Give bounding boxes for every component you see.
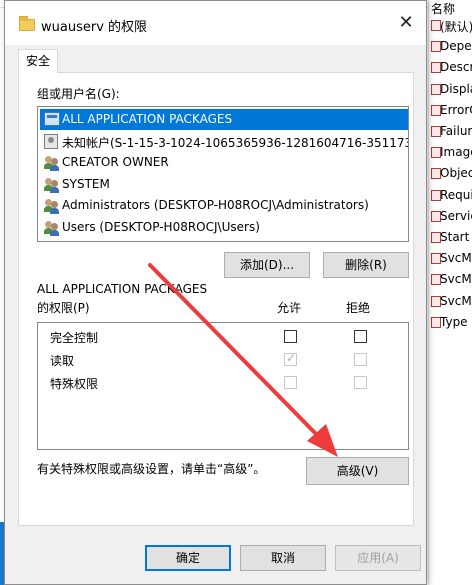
deny-column-header: 拒绝 bbox=[346, 301, 371, 315]
permission-row: 特殊权限 bbox=[38, 371, 408, 393]
background-value-name: ErrorC bbox=[440, 102, 472, 117]
user-list-item[interactable]: CREATOR OWNER bbox=[40, 152, 408, 173]
deny-checkbox[interactable] bbox=[354, 353, 367, 366]
background-value-row: (默认) bbox=[429, 16, 472, 36]
user-name: CREATOR OWNER bbox=[62, 155, 169, 169]
cancel-button[interactable]: 取消 bbox=[240, 545, 326, 571]
background-value-row: SvcMe bbox=[429, 270, 472, 290]
allow-checkbox[interactable] bbox=[284, 330, 297, 343]
users-group-icon bbox=[44, 177, 60, 193]
users-group-icon bbox=[44, 220, 60, 236]
background-value-list: 名称 (默认) Deper Descr Displa ErrorC Failure Imag… bbox=[428, 0, 472, 585]
package-icon bbox=[44, 112, 60, 126]
permission-name: 读取 bbox=[50, 354, 75, 368]
background-value-name: SvcMe bbox=[440, 251, 472, 266]
background-value-row: Displa bbox=[429, 80, 472, 100]
user-name: Users (DESKTOP-H08ROCJ\Users) bbox=[62, 219, 260, 234]
background-value-row: SvcMe bbox=[429, 292, 472, 312]
background-value-name: SvcMe bbox=[440, 272, 472, 287]
users-group-icon bbox=[44, 155, 60, 171]
tab-security[interactable]: 安全 bbox=[18, 49, 58, 73]
apply-button[interactable]: 应用(A) bbox=[335, 545, 421, 571]
background-value-name: Image bbox=[440, 145, 472, 160]
permission-row: 完全控制 bbox=[38, 325, 408, 347]
permissions-dialog: wuauserv 的权限 ✕ 安全 组或用户名(G): ALL APPLICAT… bbox=[4, 0, 427, 585]
background-value-name: Descr bbox=[440, 60, 472, 75]
allow-column-header: 允许 bbox=[277, 301, 302, 315]
user-list[interactable]: ALL APPLICATION PACKAGES 未知帐户(S-1-15-3-10… bbox=[37, 106, 409, 242]
background-value-row: Servic bbox=[429, 207, 472, 227]
background-value-name: Displa bbox=[440, 81, 472, 96]
group-user-label: 组或用户名(G): bbox=[37, 87, 120, 101]
unknown-account-icon bbox=[44, 133, 58, 149]
permissions-for-suffix: 的权限(P) bbox=[37, 301, 90, 315]
advanced-hint: 有关特殊权限或高级设置，请单击“高级”。 bbox=[37, 462, 266, 476]
deny-checkbox[interactable] bbox=[354, 330, 367, 343]
advanced-button[interactable]: 高级(V) bbox=[306, 457, 409, 485]
background-value-row: Start bbox=[429, 228, 472, 248]
user-list-item[interactable]: Administrators (DESKTOP-H08ROCJ\Administ… bbox=[40, 195, 408, 216]
background-value-row: Image bbox=[429, 143, 472, 163]
background-value-name: (默认) bbox=[440, 20, 472, 34]
add-button[interactable]: 添加(D)... bbox=[224, 252, 310, 278]
background-value-name: Deper bbox=[440, 39, 472, 54]
background-value-name: Objec bbox=[440, 166, 472, 181]
folder-icon bbox=[19, 16, 35, 31]
permissions-for-label: ALL APPLICATION PACKAGES bbox=[37, 282, 208, 296]
user-name: SYSTEM bbox=[62, 176, 110, 191]
background-value-row: SvcMe bbox=[429, 249, 472, 269]
ok-button[interactable]: 确定 bbox=[145, 545, 231, 571]
permission-name: 完全控制 bbox=[50, 331, 99, 345]
allow-checkbox[interactable]: ✓ bbox=[284, 351, 297, 366]
deny-checkbox[interactable] bbox=[354, 376, 367, 389]
background-value-name: Servic bbox=[440, 208, 472, 223]
user-name: 未知帐户(S-1-15-3-1024-1065365936-1281604716… bbox=[62, 135, 408, 150]
background-value-name: Requi bbox=[440, 187, 472, 202]
background-value-row: Requi bbox=[429, 186, 472, 206]
background-value-row: Type bbox=[429, 313, 472, 333]
background-value-row: Objec bbox=[429, 164, 472, 184]
user-name: Administrators (DESKTOP-H08ROCJ\Administ… bbox=[62, 198, 369, 212]
permissions-list: 完全控制读取 ✓ 特殊权限 bbox=[37, 322, 409, 450]
user-list-item[interactable]: Users (DESKTOP-H08ROCJ\Users) bbox=[40, 217, 408, 238]
background-value-name: SvcMe bbox=[440, 293, 472, 308]
background-value-row: Failure bbox=[429, 122, 472, 142]
remove-button[interactable]: 删除(R) bbox=[323, 252, 409, 278]
security-tab-panel: 组或用户名(G): ALL APPLICATION PACKAGES 未知帐户(S… bbox=[18, 72, 414, 526]
background-value-row: ErrorC bbox=[429, 101, 472, 121]
dialog-titlebar: wuauserv 的权限 ✕ bbox=[5, 1, 426, 45]
user-list-item[interactable]: ALL APPLICATION PACKAGES bbox=[40, 109, 408, 130]
background-value-name: Failure bbox=[440, 124, 472, 138]
allow-checkbox[interactable] bbox=[284, 376, 297, 389]
users-group-icon bbox=[44, 198, 60, 214]
permission-row: 读取 ✓ bbox=[38, 348, 408, 370]
user-list-item[interactable]: 未知帐户(S-1-15-3-1024-1065365936-1281604716… bbox=[40, 131, 408, 152]
background-value-name: Type bbox=[440, 314, 468, 329]
dialog-title: wuauserv 的权限 bbox=[41, 20, 148, 35]
user-name: ALL APPLICATION PACKAGES bbox=[62, 112, 233, 126]
user-list-item[interactable]: SYSTEM bbox=[40, 174, 408, 195]
close-icon[interactable]: ✕ bbox=[391, 11, 421, 35]
permission-name: 特殊权限 bbox=[50, 377, 99, 391]
background-value-name: Start bbox=[440, 230, 470, 244]
background-column-header: 名称 bbox=[431, 2, 456, 16]
background-value-row: Descr bbox=[429, 58, 472, 78]
background-value-row: Deper bbox=[429, 37, 472, 57]
